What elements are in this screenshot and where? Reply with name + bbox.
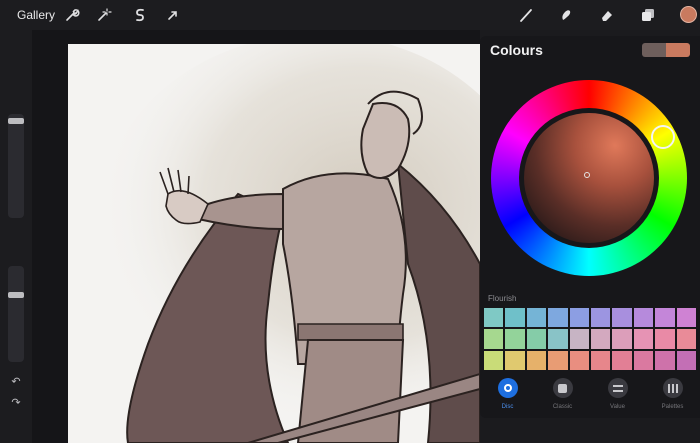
palette-swatch[interactable] bbox=[484, 308, 504, 328]
palette-swatch[interactable] bbox=[526, 350, 547, 370]
eraser-icon[interactable] bbox=[597, 5, 617, 25]
top-toolbar: Gallery bbox=[0, 0, 700, 30]
palette-swatch[interactable] bbox=[569, 350, 589, 370]
palette-swatch[interactable] bbox=[484, 350, 504, 370]
wizard-artwork bbox=[68, 44, 480, 443]
undo-icon[interactable]: ↶ bbox=[10, 376, 22, 388]
palette-swatch[interactable] bbox=[676, 308, 696, 328]
layers-icon[interactable] bbox=[638, 5, 658, 25]
magic-wand-icon[interactable] bbox=[94, 5, 114, 25]
colour-disc[interactable] bbox=[491, 80, 687, 276]
tab-label: Classic bbox=[552, 404, 573, 410]
palette-swatch[interactable] bbox=[569, 308, 589, 328]
brush-size-slider[interactable] bbox=[8, 114, 24, 218]
palette-swatch[interactable] bbox=[548, 308, 568, 328]
palette-swatch[interactable] bbox=[676, 350, 696, 370]
palette-swatch[interactable] bbox=[548, 350, 568, 370]
tab-palettes[interactable]: Palettes bbox=[645, 374, 700, 418]
previous-colour[interactable] bbox=[642, 43, 666, 57]
brush-icon[interactable] bbox=[516, 5, 536, 25]
tab-label: Value bbox=[610, 404, 625, 410]
palette-swatch[interactable] bbox=[505, 329, 525, 349]
panel-title: Colours bbox=[490, 42, 543, 58]
current-colour[interactable] bbox=[666, 43, 690, 57]
palette-swatch[interactable] bbox=[655, 350, 675, 370]
palette-swatch[interactable] bbox=[612, 350, 632, 370]
palette-swatch[interactable] bbox=[505, 308, 525, 328]
palettes-icon bbox=[662, 378, 683, 398]
opacity-slider-thumb[interactable] bbox=[8, 292, 24, 298]
palette-swatch[interactable] bbox=[655, 308, 675, 328]
opacity-slider[interactable] bbox=[8, 266, 24, 362]
palette-swatch[interactable] bbox=[633, 308, 654, 328]
current-previous-colour-swatch[interactable] bbox=[642, 43, 690, 57]
selection-s-icon[interactable] bbox=[130, 5, 150, 25]
active-colour-swatch-button[interactable] bbox=[680, 6, 697, 23]
tab-label: Disc bbox=[501, 404, 514, 410]
palette-swatch[interactable] bbox=[612, 329, 632, 349]
drawing-canvas[interactable] bbox=[68, 44, 480, 443]
wrench-icon[interactable] bbox=[62, 5, 82, 25]
redo-icon[interactable]: ↷ bbox=[10, 397, 22, 409]
left-sidebar: ↶ ↷ bbox=[0, 30, 32, 443]
colours-panel: Colours Flourish Disc Classic Value Pale… bbox=[480, 36, 700, 418]
classic-icon bbox=[552, 378, 573, 398]
saturation-cursor[interactable] bbox=[584, 172, 590, 178]
palette-swatch[interactable] bbox=[655, 329, 675, 349]
saturation-brightness-disc[interactable] bbox=[524, 113, 654, 243]
palette-swatch[interactable] bbox=[569, 329, 589, 349]
value-icon bbox=[607, 378, 628, 398]
colour-mode-tabs: Disc Classic Value Palettes bbox=[480, 374, 700, 418]
canvas-area bbox=[32, 30, 480, 443]
gallery-button[interactable]: Gallery bbox=[17, 8, 55, 22]
palette-name: Flourish bbox=[488, 294, 517, 303]
palette-swatch[interactable] bbox=[590, 329, 611, 349]
palette-grid bbox=[484, 308, 696, 370]
hue-cursor[interactable] bbox=[651, 125, 675, 149]
palette-swatch[interactable] bbox=[590, 350, 611, 370]
disc-icon bbox=[497, 378, 518, 398]
tab-classic[interactable]: Classic bbox=[535, 374, 590, 418]
brush-size-slider-thumb[interactable] bbox=[8, 118, 24, 124]
palette-swatch[interactable] bbox=[484, 329, 504, 349]
palette-swatch[interactable] bbox=[590, 308, 611, 328]
transform-arrow-icon[interactable] bbox=[163, 5, 183, 25]
tab-disc[interactable]: Disc bbox=[480, 374, 535, 418]
palette-swatch[interactable] bbox=[548, 329, 568, 349]
palette-swatch[interactable] bbox=[676, 329, 696, 349]
palette-swatch[interactable] bbox=[612, 308, 632, 328]
tab-label: Palettes bbox=[661, 404, 684, 410]
palette-swatch[interactable] bbox=[526, 308, 547, 328]
tab-value[interactable]: Value bbox=[590, 374, 645, 418]
palette-swatch[interactable] bbox=[633, 329, 654, 349]
smudge-icon[interactable] bbox=[556, 5, 576, 25]
palette-swatch[interactable] bbox=[526, 329, 547, 349]
palette-swatch[interactable] bbox=[505, 350, 525, 370]
palette-swatch[interactable] bbox=[633, 350, 654, 370]
